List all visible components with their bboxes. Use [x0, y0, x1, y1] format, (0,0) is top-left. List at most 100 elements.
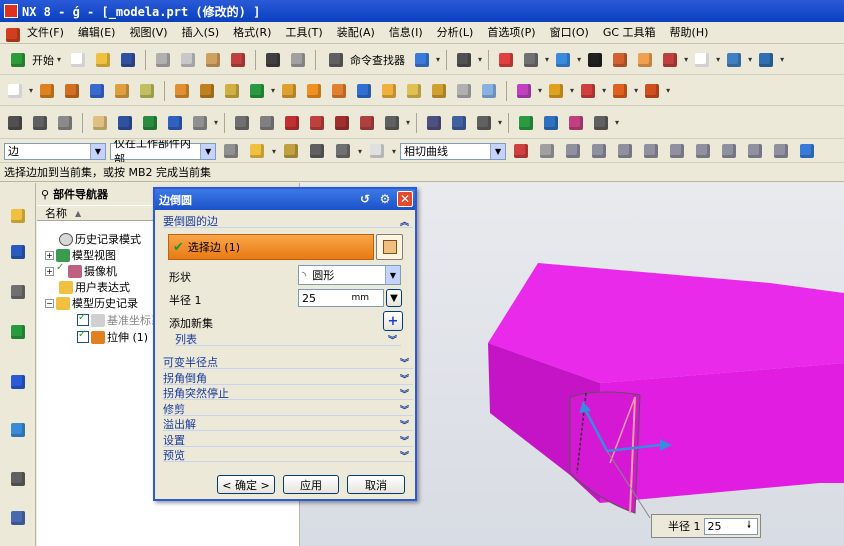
shape-select[interactable]: ◝ 圆形 ▼ — [298, 265, 401, 285]
background-icon[interactable] — [691, 49, 713, 71]
new-file-icon[interactable] — [67, 49, 89, 71]
select-feature-icon[interactable] — [306, 140, 328, 162]
linear-dimension-icon[interactable] — [381, 112, 403, 134]
move-face-icon[interactable] — [4, 112, 26, 134]
tree-item-history-mode[interactable]: 历史记录模式 — [59, 231, 141, 247]
cylinder-icon[interactable] — [111, 80, 133, 102]
make-coaxial-icon[interactable] — [256, 112, 278, 134]
tree-item-model-views[interactable]: + 模型视图 — [45, 247, 116, 263]
web-browser-icon[interactable] — [7, 371, 29, 395]
face-analysis-icon[interactable] — [659, 49, 681, 71]
history-palette-icon[interactable] — [7, 419, 29, 443]
split-body-icon[interactable] — [478, 80, 500, 102]
pattern-face-icon[interactable] — [189, 112, 211, 134]
copy-face-icon[interactable] — [164, 112, 186, 134]
make-tangent-icon[interactable] — [281, 112, 303, 134]
section-edge-header[interactable]: 要倒圆的边 ︽ — [163, 215, 413, 228]
follow-fillet-icon[interactable] — [536, 140, 558, 162]
radius-options-button[interactable]: ▼ — [386, 289, 402, 307]
analysis-grid-icon[interactable] — [565, 112, 587, 134]
trim-body-icon[interactable] — [453, 80, 475, 102]
resize-blend-icon[interactable] — [114, 112, 136, 134]
constraint-navigator-icon[interactable] — [7, 241, 29, 265]
section-trim[interactable]: 修剪 ︾ — [163, 403, 413, 416]
select-body-icon[interactable] — [332, 140, 354, 162]
scale-body-icon[interactable] — [641, 80, 663, 102]
menu-edit[interactable]: 编辑(E) — [71, 23, 123, 43]
radius-screen-field[interactable]: 25 🠗 — [703, 517, 758, 535]
menu-information[interactable]: 信息(I) — [382, 23, 430, 43]
snap-point-icon[interactable] — [246, 140, 268, 162]
undo-icon[interactable] — [262, 49, 284, 71]
gear-icon[interactable]: ⚙ — [377, 191, 393, 207]
edge-display-icon[interactable] — [634, 49, 656, 71]
subtract-icon[interactable] — [303, 80, 325, 102]
app-menu-icon[interactable] — [2, 24, 20, 42]
group-face-icon[interactable] — [473, 112, 495, 134]
paste-icon[interactable] — [202, 49, 224, 71]
visibility-checkbox[interactable] — [56, 262, 66, 277]
make-coplanar-icon[interactable] — [231, 112, 253, 134]
expand-icon[interactable]: + — [45, 266, 54, 276]
open-folder-icon[interactable] — [92, 49, 114, 71]
make-perpendicular-icon[interactable] — [356, 112, 378, 134]
curve-rule-select[interactable]: 相切曲线 ▼ — [400, 142, 507, 160]
replace-face-icon[interactable] — [89, 112, 111, 134]
save-icon[interactable] — [117, 49, 139, 71]
select-face-icon[interactable] — [280, 140, 302, 162]
intersect-icon[interactable] — [328, 80, 350, 102]
delete-icon[interactable] — [227, 49, 249, 71]
collapse-icon[interactable]: − — [45, 298, 54, 308]
copy-icon[interactable] — [177, 49, 199, 71]
pin-icon[interactable]: ⚲ — [41, 188, 49, 201]
sketch-icon[interactable] — [4, 80, 26, 102]
chamfer-icon[interactable] — [378, 80, 400, 102]
section-overflow[interactable]: 溢出解 ︾ — [163, 418, 413, 431]
reuse-library-icon[interactable] — [7, 321, 29, 345]
tree-item-datum-csys[interactable]: 基准坐标系 — [77, 312, 162, 328]
menu-analysis[interactable]: 分析(L) — [430, 23, 481, 43]
snap-existing-icon[interactable] — [718, 140, 740, 162]
cut-icon[interactable] — [152, 49, 174, 71]
measure-icon[interactable] — [423, 112, 445, 134]
snap-center-icon[interactable] — [666, 140, 688, 162]
tree-item-extrude[interactable]: 拉伸 (1) — [77, 329, 148, 345]
draft-icon[interactable] — [428, 80, 450, 102]
orient-view-icon[interactable] — [552, 49, 574, 71]
list-header[interactable]: 列表 ︾ — [175, 333, 401, 346]
render-style-icon[interactable] — [520, 49, 542, 71]
revolve-icon[interactable] — [61, 80, 83, 102]
shaded-icon[interactable] — [584, 49, 606, 71]
redo-icon[interactable] — [287, 49, 309, 71]
radius-input[interactable]: 25 mm — [298, 289, 384, 307]
menu-preferences[interactable]: 首选项(P) — [480, 23, 542, 43]
thread-icon[interactable] — [577, 80, 599, 102]
menu-window[interactable]: 窗口(O) — [543, 23, 596, 43]
section-settings[interactable]: 设置 ︾ — [163, 434, 413, 447]
section-variable-radius[interactable]: 可变半径点 ︾ — [163, 356, 413, 369]
select-edge-field[interactable]: ✔ 选择边 (1) — [168, 234, 374, 260]
mirror-icon[interactable] — [545, 80, 567, 102]
axes-icon[interactable] — [590, 112, 612, 134]
menu-gc-toolkit[interactable]: GC 工具箱 — [596, 23, 663, 43]
command-finder-button[interactable]: 命令查找器 — [322, 49, 408, 71]
arrow-down-icon[interactable]: 🠗 — [741, 518, 757, 534]
assembly-navigator-icon[interactable] — [7, 205, 29, 229]
visibility-checkbox[interactable] — [77, 312, 89, 326]
shell-icon[interactable] — [403, 80, 425, 102]
menu-tools[interactable]: 工具(T) — [278, 23, 329, 43]
section-view-icon[interactable] — [609, 49, 631, 71]
offset-face-icon[interactable] — [609, 80, 631, 102]
type-filter-select[interactable]: 边 ▼ — [4, 142, 106, 160]
visibility-checkbox[interactable] — [77, 329, 89, 343]
block-icon[interactable] — [86, 80, 108, 102]
snap-on-face-icon[interactable] — [770, 140, 792, 162]
cone-icon[interactable] — [136, 80, 158, 102]
offset-region-icon[interactable] — [54, 112, 76, 134]
roles-icon[interactable] — [7, 507, 29, 531]
apply-button[interactable]: 应用 — [283, 475, 339, 494]
make-parallel-icon[interactable] — [331, 112, 353, 134]
pad-icon[interactable] — [221, 80, 243, 102]
snap-midpoint-icon[interactable] — [588, 140, 610, 162]
snap-quadrant-icon[interactable] — [692, 140, 714, 162]
